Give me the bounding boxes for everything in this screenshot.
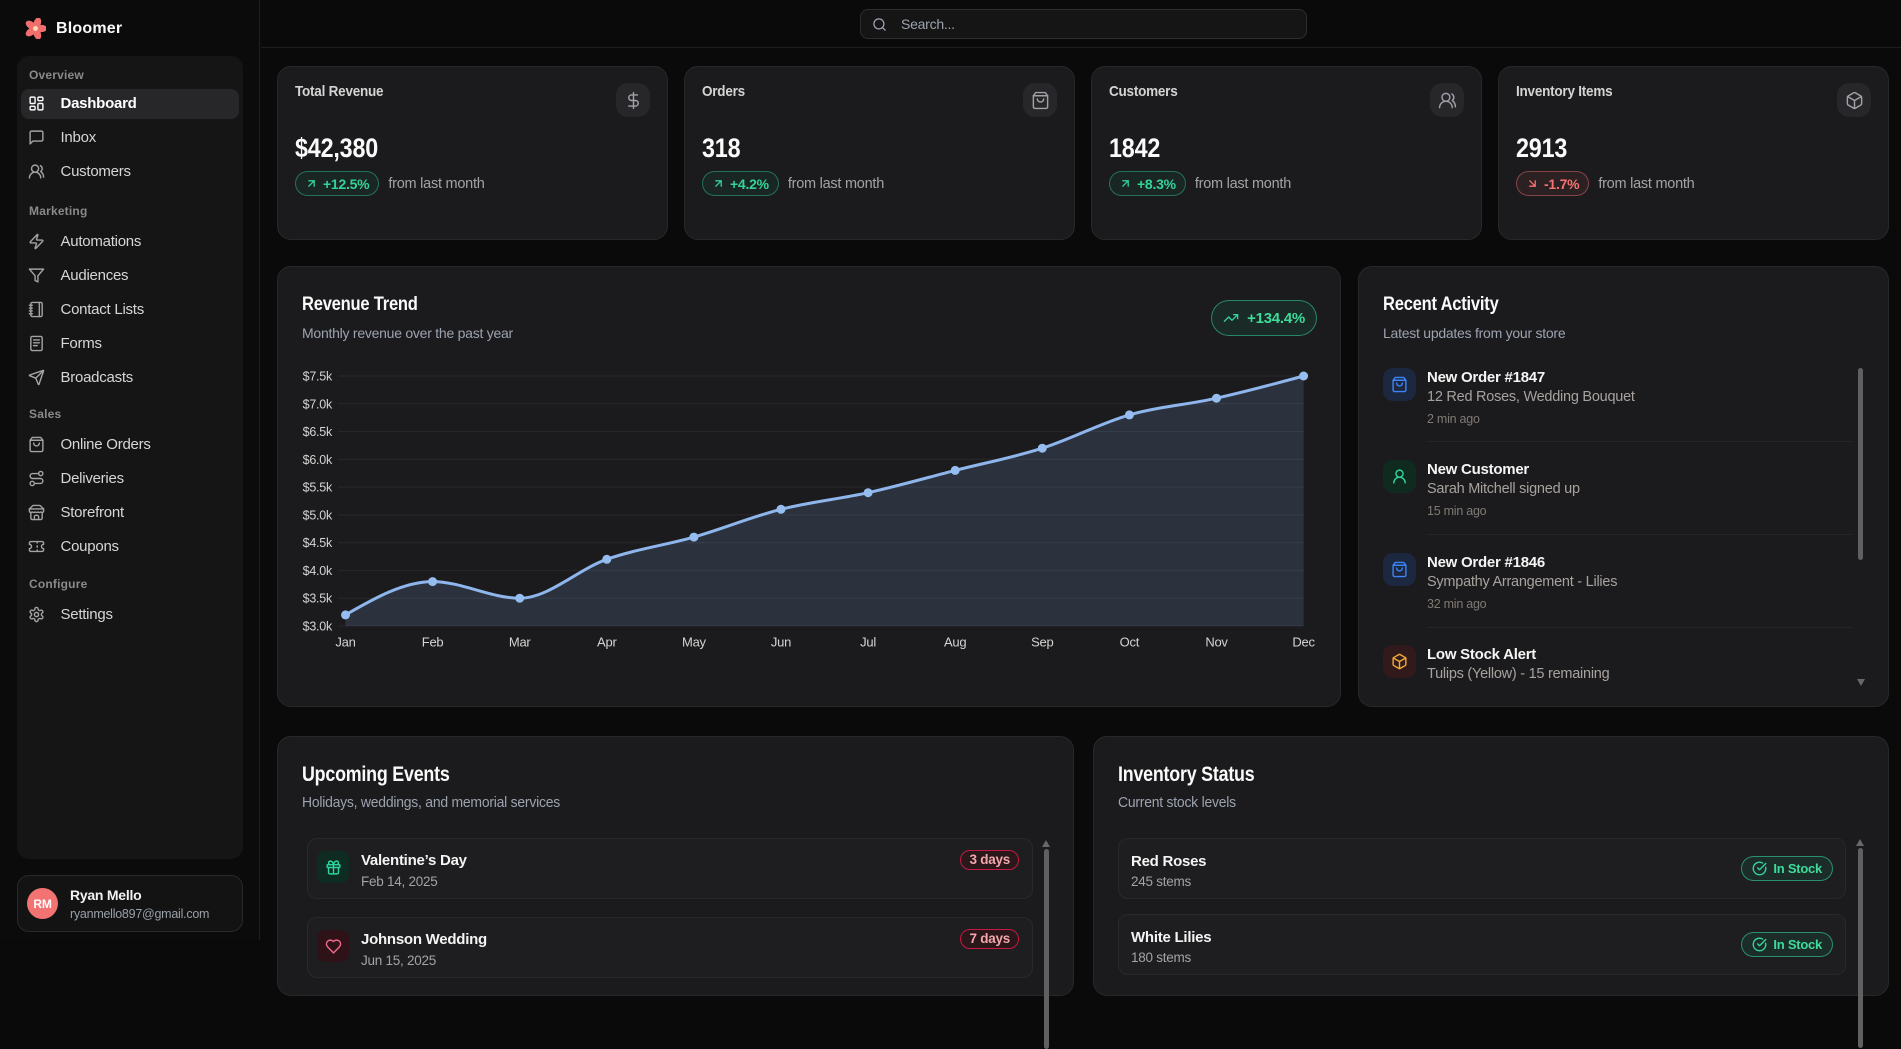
svg-text:Aug: Aug	[944, 635, 966, 650]
svg-text:$5.5k: $5.5k	[303, 481, 333, 495]
svg-text:Apr: Apr	[597, 635, 617, 650]
svg-text:$3.0k: $3.0k	[303, 620, 333, 634]
svg-text:$4.0k: $4.0k	[303, 564, 333, 578]
svg-text:Mar: Mar	[509, 635, 532, 650]
svg-text:Jun: Jun	[771, 635, 791, 650]
svg-text:$5.0k: $5.0k	[303, 508, 333, 522]
svg-text:Nov: Nov	[1205, 635, 1228, 650]
svg-text:$4.5k: $4.5k	[303, 536, 333, 550]
svg-text:Feb: Feb	[422, 635, 444, 650]
svg-text:$7.0k: $7.0k	[303, 397, 333, 411]
svg-text:Jul: Jul	[860, 635, 876, 650]
svg-text:May: May	[682, 635, 707, 650]
svg-text:Jan: Jan	[335, 635, 355, 650]
svg-text:Dec: Dec	[1292, 635, 1315, 650]
svg-text:$6.5k: $6.5k	[303, 425, 333, 439]
svg-text:Sep: Sep	[1031, 635, 1053, 650]
svg-text:Oct: Oct	[1120, 635, 1140, 650]
svg-text:$3.5k: $3.5k	[303, 592, 333, 606]
svg-text:$7.5k: $7.5k	[303, 370, 333, 384]
svg-text:$6.0k: $6.0k	[303, 453, 333, 467]
